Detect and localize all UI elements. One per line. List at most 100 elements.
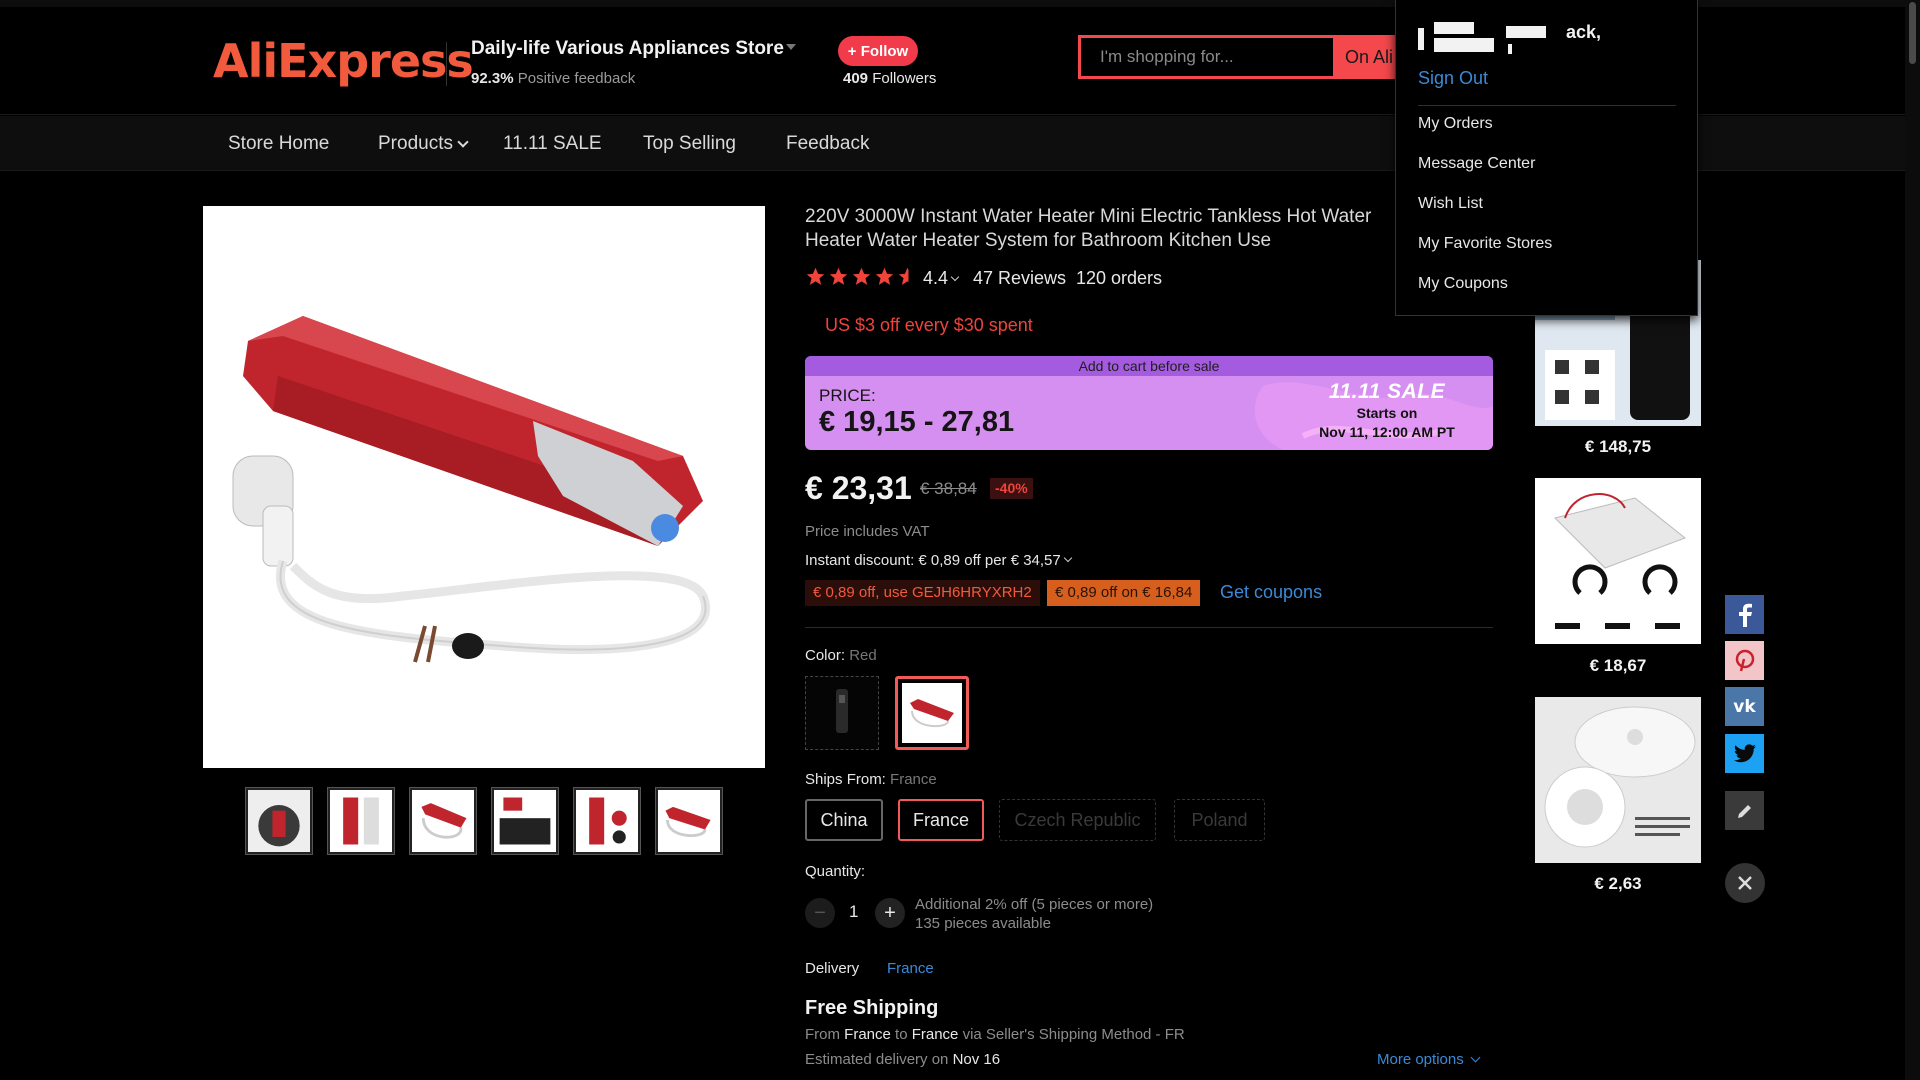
store-caret-icon[interactable] xyxy=(786,44,796,50)
quantity-increase-button[interactable]: + xyxy=(875,898,905,928)
sale-logo: 11.11 SALE xyxy=(1328,380,1446,403)
recommendation-price-1[interactable]: € 148,75 xyxy=(1535,437,1701,457)
section-divider xyxy=(805,627,1493,628)
instant-discount-text: Instant discount: € 0,89 off per € 34,57 xyxy=(805,552,1061,569)
sign-out-link[interactable]: Sign Out xyxy=(1418,68,1488,89)
reviews-link[interactable]: 47 Reviews xyxy=(973,268,1066,289)
rating-number: 4.4 xyxy=(923,268,949,288)
menu-my-coupons[interactable]: My Coupons xyxy=(1418,275,1508,293)
sale-banner-top: Add to cart before sale xyxy=(805,356,1493,376)
recommendation-price-3[interactable]: € 2,63 xyxy=(1535,874,1701,894)
facebook-icon xyxy=(1738,603,1752,627)
sale-price-range: € 19,15 - 27,81 xyxy=(819,406,1015,438)
vat-note: Price includes VAT xyxy=(805,523,930,540)
twitter-share-button[interactable] xyxy=(1725,734,1764,773)
more-options-link[interactable]: More options xyxy=(1377,1051,1481,1068)
ship-option-poland[interactable]: Poland xyxy=(1174,799,1265,841)
product-main-image[interactable] xyxy=(203,206,765,768)
nav-top-selling[interactable]: Top Selling xyxy=(643,133,736,155)
color-value: Red xyxy=(849,647,877,664)
close-share-button[interactable] xyxy=(1725,863,1765,903)
facebook-share-button[interactable] xyxy=(1725,595,1764,634)
followers-count: 409 xyxy=(843,70,869,87)
twitter-icon xyxy=(1733,743,1756,762)
color-swatch-red[interactable] xyxy=(895,676,969,750)
menu-my-orders[interactable]: My Orders xyxy=(1418,115,1493,133)
pinterest-share-button[interactable] xyxy=(1725,641,1764,680)
more-options-label: More options xyxy=(1377,1051,1464,1068)
ship-method: via Seller's Shipping Method - FR xyxy=(962,1026,1185,1043)
thumbnail-3[interactable] xyxy=(409,787,477,855)
edit-share-button[interactable] xyxy=(1725,791,1764,830)
vk-share-button[interactable]: vk xyxy=(1725,687,1764,726)
search-scope-button[interactable]: On Ali xyxy=(1333,35,1403,79)
free-shipping: Free Shipping xyxy=(805,997,939,1019)
instant-discount[interactable]: Instant discount: € 0,89 off per € 34,57 xyxy=(805,552,1072,569)
ship-from-prefix: From xyxy=(805,1026,840,1043)
ship-option-france[interactable]: France xyxy=(898,799,984,841)
get-coupons-link[interactable]: Get coupons xyxy=(1220,582,1322,603)
vk-icon: vk xyxy=(1733,696,1756,717)
store-name[interactable]: Daily-life Various Appliances Store xyxy=(471,38,784,60)
followers-label: Followers xyxy=(872,70,937,87)
positive-label: Positive feedback xyxy=(517,70,636,87)
ships-from-label: Ships From: France xyxy=(805,771,937,788)
quantity-label: Quantity: xyxy=(805,863,866,880)
ship-option-czech-republic[interactable]: Czech Republic xyxy=(999,799,1156,841)
thumbnail-1[interactable] xyxy=(245,787,313,855)
search-box xyxy=(1078,35,1333,79)
color-label: Color: Red xyxy=(805,647,877,664)
star-icon xyxy=(806,267,825,285)
thumbnail-5[interactable] xyxy=(573,787,641,855)
nav-sale[interactable]: 11.11 SALE xyxy=(503,133,602,155)
chevron-down-icon xyxy=(1063,553,1072,563)
edit-icon xyxy=(1737,804,1751,818)
delivery-country-link[interactable]: France xyxy=(887,960,934,977)
quantity-note: Additional 2% off (5 pieces or more) 135 … xyxy=(915,895,1153,933)
recommendation-image-2[interactable] xyxy=(1535,478,1701,644)
menu-message-center[interactable]: Message Center xyxy=(1418,155,1535,173)
search-input[interactable] xyxy=(1081,38,1333,76)
recommendation-image-3[interactable] xyxy=(1535,697,1701,863)
sale-price-label: PRICE: xyxy=(819,386,876,405)
current-price: € 23,31 xyxy=(805,470,912,506)
nav-products[interactable]: Products xyxy=(378,133,469,155)
ship-origin: France xyxy=(844,1026,891,1043)
sale-date: Nov 11, 12:00 AM PT xyxy=(1319,424,1455,440)
ship-option-china[interactable]: China xyxy=(805,799,883,841)
coupon-code-badge[interactable]: € 0,89 off, use GEJH6HRYXRH2 xyxy=(805,580,1040,606)
recommendation-price-2[interactable]: € 18,67 xyxy=(1535,656,1701,676)
close-icon xyxy=(1738,876,1752,890)
aliexpress-logo[interactable]: AliExpress xyxy=(213,34,474,88)
redacted-name xyxy=(1434,22,1474,34)
thumbnail-2[interactable] xyxy=(327,787,395,855)
follow-button[interactable]: + Follow xyxy=(838,36,918,66)
ship-route: From France to France via Seller's Shipp… xyxy=(805,1026,1185,1043)
quantity-decrease-button[interactable]: − xyxy=(805,898,835,928)
page-scrollbar[interactable] xyxy=(1905,0,1920,1080)
account-dropdown: ack, Sign Out My Orders Message Center W… xyxy=(1395,0,1698,316)
color-swatch-black[interactable] xyxy=(805,676,879,750)
rating-stars[interactable] xyxy=(805,266,918,287)
ships-from-value: France xyxy=(890,771,937,788)
bulk-discount-note: Additional 2% off (5 pieces or more) xyxy=(915,896,1154,913)
positive-pct: 92.3% xyxy=(471,70,514,87)
star-icon xyxy=(875,267,894,285)
half-star-icon xyxy=(898,267,917,285)
coupon-badge[interactable]: € 0,89 off on € 16,84 xyxy=(1047,580,1201,606)
sale-banner: Add to cart before sale PRICE: € 19,15 -… xyxy=(805,356,1493,450)
menu-wish-list[interactable]: Wish List xyxy=(1418,195,1483,213)
nav-feedback[interactable]: Feedback xyxy=(786,133,869,155)
thumbnail-4[interactable] xyxy=(491,787,559,855)
star-icon xyxy=(829,267,848,285)
menu-favorite-stores[interactable]: My Favorite Stores xyxy=(1418,235,1552,253)
quantity-value[interactable]: 1 xyxy=(849,902,858,922)
discount-badge: -40% xyxy=(990,478,1033,499)
rating-value[interactable]: 4.4 xyxy=(923,268,960,289)
redacted-name xyxy=(1434,38,1494,52)
redacted-name xyxy=(1418,28,1424,50)
store-promo[interactable]: US $3 off every $30 spent xyxy=(825,315,1033,336)
nav-store-home[interactable]: Store Home xyxy=(228,133,329,155)
scrollbar-thumb[interactable] xyxy=(1909,2,1916,64)
thumbnail-6[interactable] xyxy=(655,787,723,855)
